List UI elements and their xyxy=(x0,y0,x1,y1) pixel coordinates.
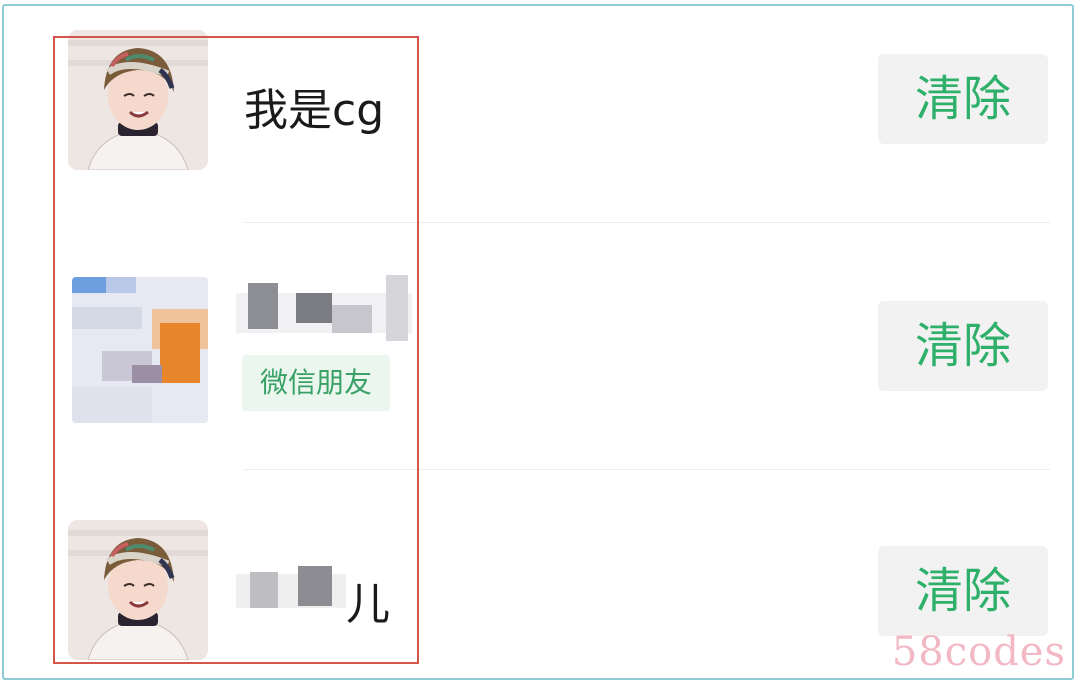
list-item-1: 我是cg 清除 xyxy=(0,0,1080,220)
contact-name: 儿 xyxy=(346,579,390,630)
contact-name: 我是cg xyxy=(244,85,385,136)
anime-avatar-icon[interactable] xyxy=(68,30,208,170)
blurred-avatar-icon[interactable] xyxy=(72,277,208,423)
clear-button[interactable]: 清除 xyxy=(878,54,1048,144)
clear-button[interactable]: 清除 xyxy=(878,301,1048,391)
wechat-friend-tag: 微信朋友 xyxy=(242,355,390,411)
clear-button[interactable]: 清除 xyxy=(878,546,1048,636)
blurred-name xyxy=(236,566,346,616)
anime-avatar-icon[interactable] xyxy=(68,520,208,660)
blurred-name xyxy=(236,275,412,345)
list-item-2: 微信朋友 清除 xyxy=(0,223,1080,469)
watermark: 58codes xyxy=(891,629,1066,675)
